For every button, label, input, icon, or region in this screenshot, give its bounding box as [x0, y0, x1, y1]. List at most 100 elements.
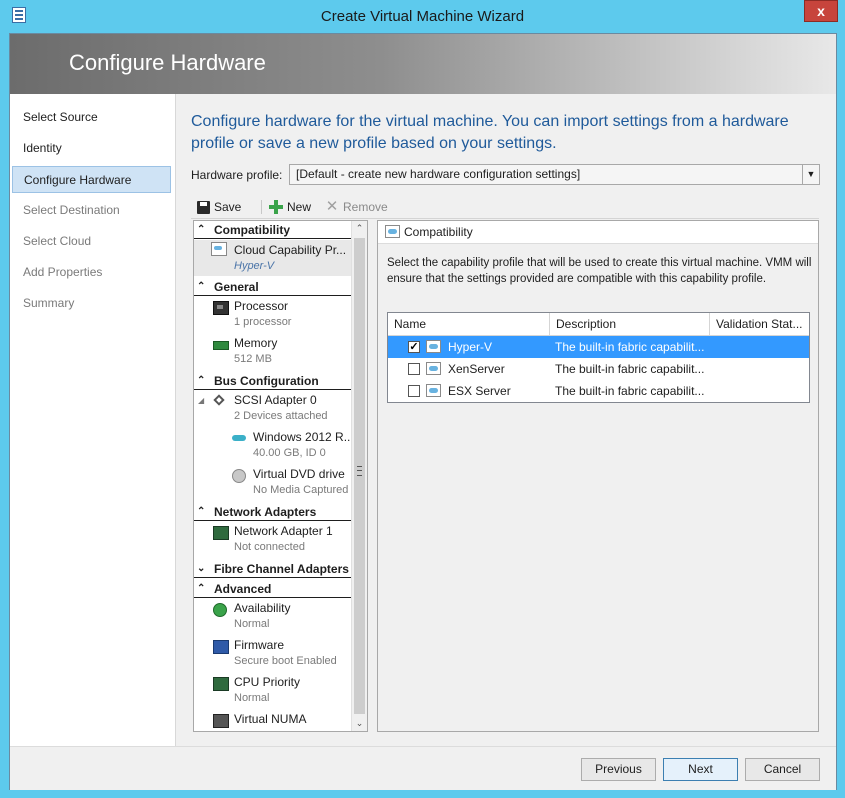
grip-icon [357, 466, 362, 476]
hardware-profile-value: [Default - create new hardware configura… [296, 167, 581, 181]
tree-item-availability[interactable]: Availability Normal [194, 601, 354, 636]
tree-item-processor[interactable]: Processor 1 processor [194, 299, 354, 334]
tree-item-name: Cloud Capability Pr... [234, 243, 347, 257]
nav-step-select-cloud: Select Cloud [23, 234, 92, 248]
tree-expander-icon[interactable]: ◢ [198, 396, 204, 405]
section-general[interactable]: ⌃ General [194, 278, 352, 296]
tree-item-hard-disk[interactable]: Windows 2012 R... 40.00 GB, ID 0 [194, 430, 354, 465]
section-compatibility[interactable]: ⌃ Compatibility [194, 221, 352, 239]
tree-item-sub: 40.00 GB, ID 0 [253, 447, 326, 459]
column-header-name[interactable]: Name [388, 313, 550, 335]
hardware-profile-dropdown[interactable]: [Default - create new hardware configura… [289, 164, 820, 185]
page-banner: Configure Hardware [10, 34, 836, 94]
tree-item-sub: Normal [234, 692, 270, 704]
tree-item-sub: 2 Devices attached [234, 410, 328, 422]
tree-item-sub: Secure boot Enabled [234, 655, 337, 667]
scrollbar-thumb[interactable] [354, 238, 365, 714]
section-network-adapters[interactable]: ⌃ Network Adapters [194, 503, 352, 521]
grid-header: Name Description Validation Stat... [388, 313, 809, 336]
section-fibre-channel[interactable]: ⌄ Fibre Channel Adapters [194, 560, 352, 578]
tree-item-name: Firmware [234, 638, 284, 652]
row-name: Hyper-V [448, 340, 493, 354]
section-label: Advanced [214, 582, 272, 596]
save-icon [197, 201, 210, 214]
hardware-tree: ⌃ Compatibility Cloud Capability Pr... H… [193, 220, 368, 732]
detail-description: Select the capability profile that will … [387, 257, 812, 285]
tree-item-virtual-numa[interactable]: Virtual NUMA [194, 712, 354, 731]
new-button[interactable]: New [268, 198, 316, 216]
tree-item-dvd-drive[interactable]: Virtual DVD drive No Media Captured [194, 467, 354, 502]
remove-icon: ✕ [325, 198, 339, 215]
capability-profile-icon [211, 242, 227, 256]
nav-step-identity[interactable]: Identity [12, 135, 171, 162]
availability-icon [213, 603, 227, 617]
section-label: Fibre Channel Adapters [214, 562, 349, 576]
row-description: The built-in fabric capabilit... [555, 340, 705, 354]
page-title: Configure Hardware [69, 50, 266, 75]
cancel-button[interactable]: Cancel [745, 758, 820, 781]
wizard-body: Configure Hardware Select Source Identit… [9, 33, 837, 790]
add-icon [268, 199, 284, 215]
detail-pane: Compatibility Select the capability prof… [377, 220, 819, 732]
next-button[interactable]: Next [663, 758, 738, 781]
column-header-validation[interactable]: Validation Stat... [710, 313, 809, 335]
table-row[interactable]: ✓ Hyper-V The built-in fabric capabilit.… [388, 336, 809, 358]
compatibility-icon [385, 225, 400, 238]
tree-item-cloud-capability[interactable]: Cloud Capability Pr... Hyper-V [194, 240, 354, 276]
pane-splitter[interactable] [369, 220, 376, 732]
section-bus-configuration[interactable]: ⌃ Bus Configuration [194, 372, 352, 390]
scroll-down-icon[interactable]: ⌄ [352, 716, 367, 731]
hard-disk-icon [232, 435, 246, 441]
row-checkbox[interactable] [408, 363, 420, 375]
nav-step-select-source[interactable]: Select Source [12, 104, 171, 131]
tree-item-cpu-priority[interactable]: CPU Priority Normal [194, 675, 354, 710]
tree-item-memory[interactable]: Memory 512 MB [194, 336, 354, 371]
column-header-description[interactable]: Description [550, 313, 710, 335]
wizard-footer: Previous Next Cancel [10, 746, 836, 790]
collapse-chevron-icon[interactable]: ⌃ [197, 372, 205, 390]
detail-header: Compatibility [378, 221, 818, 244]
row-description: The built-in fabric capabilit... [555, 384, 705, 398]
cpu-priority-icon [213, 677, 229, 691]
section-label: Bus Configuration [214, 374, 319, 388]
collapse-chevron-icon[interactable]: ⌃ [197, 503, 205, 521]
network-adapter-icon [213, 526, 229, 540]
detail-title: Compatibility [404, 225, 473, 239]
row-validation [715, 380, 809, 402]
collapse-chevron-icon[interactable]: ⌃ [197, 221, 205, 239]
save-as-button[interactable]: Save As [194, 198, 258, 232]
tree-item-sub: Hyper-V [234, 260, 275, 272]
window-title: Create Virtual Machine Wizard [320, 8, 525, 25]
page-instructions: Configure hardware for the virtual machi… [191, 113, 789, 152]
tree-item-scsi-adapter[interactable]: ◢ SCSI Adapter 0 2 Devices attached [194, 393, 354, 428]
nav-step-configure-hardware[interactable]: Configure Hardware [12, 166, 171, 193]
capability-profile-grid: Name Description Validation Stat... ✓ Hy… [387, 312, 810, 403]
table-row[interactable]: ESX Server The built-in fabric capabilit… [388, 380, 809, 402]
section-label: Compatibility [214, 223, 291, 237]
section-label: Network Adapters [214, 505, 317, 519]
row-checkbox[interactable] [408, 385, 420, 397]
row-description: The built-in fabric capabilit... [555, 362, 705, 376]
tree-item-name: Memory [234, 336, 278, 350]
tree-item-name: Virtual DVD drive [253, 467, 345, 481]
scroll-up-icon[interactable]: ⌃ [352, 221, 367, 236]
table-row[interactable]: XenServer The built-in fabric capabilit.… [388, 358, 809, 380]
row-name: ESX Server [448, 384, 511, 398]
collapse-chevron-icon[interactable]: ⌃ [197, 278, 205, 296]
nav-step-add-properties: Add Properties [23, 265, 103, 279]
tree-item-network-adapter[interactable]: Network Adapter 1 Not connected [194, 524, 354, 559]
previous-button[interactable]: Previous [581, 758, 656, 781]
dropdown-arrow-icon[interactable]: ▼ [802, 165, 819, 184]
section-advanced[interactable]: ⌃ Advanced [194, 580, 352, 598]
remove-button[interactable]: ✕ Remove [324, 198, 390, 216]
expand-chevron-icon[interactable]: ⌄ [197, 560, 205, 578]
virtual-numa-icon [213, 714, 229, 728]
tree-scrollbar[interactable]: ⌃ ⌄ [351, 221, 367, 731]
toolbar-separator [261, 200, 262, 214]
row-checkbox[interactable]: ✓ [408, 341, 420, 353]
collapse-chevron-icon[interactable]: ⌃ [197, 580, 205, 598]
close-button[interactable]: x [804, 0, 838, 22]
tree-item-firmware[interactable]: Firmware Secure boot Enabled [194, 638, 354, 673]
main-content: Configure hardware for the virtual machi… [176, 94, 836, 746]
capability-profile-icon [426, 362, 441, 375]
